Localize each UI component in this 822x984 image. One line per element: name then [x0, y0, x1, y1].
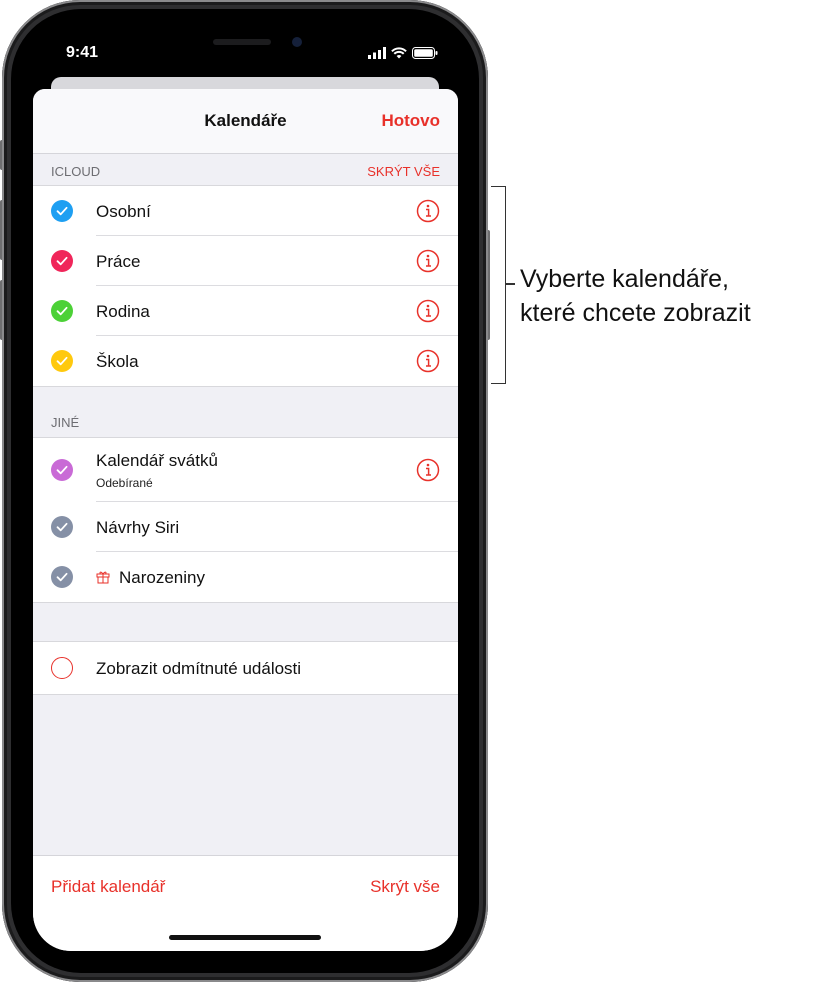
declined-events-group: Zobrazit odmítnuté události: [33, 641, 458, 695]
check-icon[interactable]: [51, 350, 73, 372]
callout-tick: [505, 283, 515, 285]
check-icon[interactable]: [51, 516, 73, 538]
gift-icon: [96, 571, 110, 584]
check-icon[interactable]: [51, 200, 73, 222]
speaker-grille: [213, 39, 271, 45]
calendar-name: Škola: [96, 352, 139, 371]
calendar-name: Kalendář svátků: [96, 451, 218, 470]
bottom-toolbar: Přidat kalendář Skrýt vše: [33, 855, 458, 951]
calendar-name: Rodina: [96, 302, 150, 321]
show-declined-label: Zobrazit odmítnuté události: [96, 659, 302, 678]
info-icon[interactable]: [416, 349, 440, 373]
check-icon[interactable]: [51, 459, 73, 481]
check-icon[interactable]: [51, 300, 73, 322]
add-calendar-button[interactable]: Přidat kalendář: [51, 877, 165, 897]
check-icon[interactable]: [51, 566, 73, 588]
calendar-name: Narozeniny: [119, 568, 205, 587]
calendar-row-skola[interactable]: Škola: [33, 336, 458, 386]
calendar-row-narozeniny[interactable]: Narozeniny: [33, 552, 458, 602]
home-indicator[interactable]: [169, 935, 321, 940]
calendar-row-rodina[interactable]: Rodina: [33, 286, 458, 336]
battery-icon: [412, 47, 438, 59]
hide-all-icloud-button[interactable]: SKRÝT VŠE: [367, 164, 440, 179]
done-button[interactable]: Hotovo: [381, 111, 440, 131]
calendar-row-svatky[interactable]: Kalendář svátků Odebírané: [33, 438, 458, 502]
icloud-section-header: ICLOUD SKRÝT VŠE: [33, 164, 458, 184]
callout-line-1: Vyberte kalendáře,: [520, 265, 729, 293]
wifi-icon: [391, 47, 407, 59]
show-declined-events-row[interactable]: Zobrazit odmítnuté události: [33, 642, 458, 694]
callout-bracket: [491, 186, 506, 384]
calendars-sheet: Kalendáře Hotovo ICLOUD SKRÝT VŠE Osobní…: [33, 89, 458, 951]
other-section-header: JINÉ: [33, 415, 458, 435]
calendar-name: Práce: [96, 252, 141, 271]
calendar-row-prace[interactable]: Práce: [33, 236, 458, 286]
unchecked-circle-icon[interactable]: [51, 657, 73, 679]
calendar-name: Osobní: [96, 202, 151, 221]
signal-icon: [368, 47, 386, 59]
status-icons: [368, 44, 438, 62]
other-calendar-list: Kalendář svátků Odebírané Návrhy Siri Na…: [33, 437, 458, 603]
info-icon[interactable]: [416, 249, 440, 273]
info-icon[interactable]: [416, 458, 440, 482]
nav-bar: Kalendáře Hotovo: [33, 89, 458, 154]
calendar-row-siri[interactable]: Návrhy Siri: [33, 502, 458, 552]
calendar-subtitle: Odebírané: [96, 476, 153, 490]
check-icon[interactable]: [51, 250, 73, 272]
icloud-header-label: ICLOUD: [51, 164, 101, 179]
info-icon[interactable]: [416, 199, 440, 223]
callout-line-2: které chcete zobrazit: [520, 299, 751, 327]
front-camera: [292, 37, 302, 47]
callout-text: Vyberte kalendáře, které chcete zobrazit: [520, 262, 751, 330]
other-header-label: JINÉ: [51, 415, 80, 430]
status-time: 9:41: [66, 44, 99, 61]
hide-all-button[interactable]: Skrýt vše: [370, 877, 440, 897]
info-icon[interactable]: [416, 299, 440, 323]
icloud-calendar-list: Osobní Práce Rodina Škola: [33, 185, 458, 387]
calendar-name: Návrhy Siri: [96, 518, 180, 537]
calendar-row-osobni[interactable]: Osobní: [33, 186, 458, 236]
